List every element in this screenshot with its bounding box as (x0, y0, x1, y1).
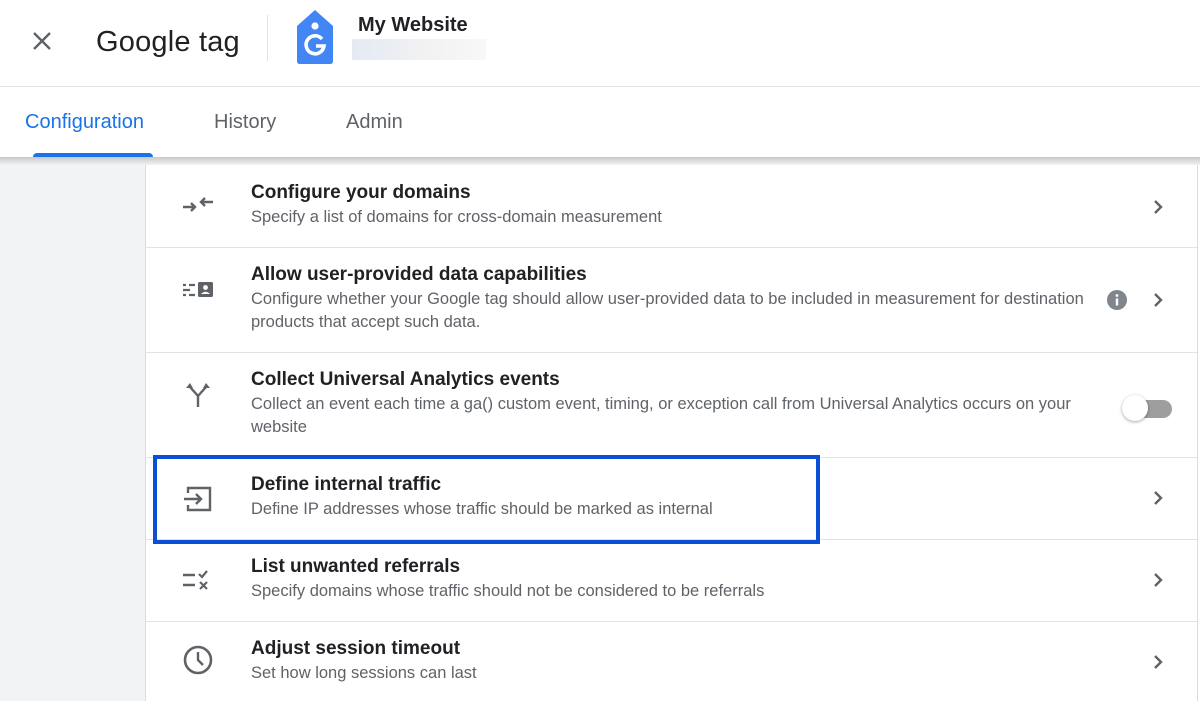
setting-universal-analytics-events: Collect Universal Analytics events Colle… (146, 353, 1197, 458)
setting-description: Specify a list of domains for cross-doma… (251, 208, 662, 226)
setting-title: Allow user-provided data capabilities (251, 264, 587, 285)
header-shadow (0, 157, 1200, 165)
header-divider (267, 15, 268, 61)
tab-configuration[interactable]: Configuration (25, 111, 144, 134)
ua-events-toggle[interactable] (1122, 393, 1176, 423)
setting-description: Collect an event each time a ga() custom… (251, 395, 1071, 436)
setting-title: Adjust session timeout (251, 638, 461, 659)
tab-bar: Configuration History Admin (0, 87, 1200, 157)
left-pane (0, 165, 146, 701)
chevron-right-icon[interactable] (1146, 288, 1170, 312)
setting-description: Set how long sessions can last (251, 664, 477, 682)
chevron-right-icon[interactable] (1146, 195, 1170, 219)
user-data-icon (183, 282, 213, 297)
setting-title: List unwanted referrals (251, 556, 461, 577)
list-check-x-icon (183, 570, 208, 590)
setting-user-provided-data[interactable]: Allow user-provided data capabilities Co… (146, 248, 1197, 353)
site-name: My Website (358, 14, 468, 36)
site-id-redacted (352, 39, 486, 60)
tab-admin[interactable]: Admin (346, 111, 403, 134)
toggle-knob (1122, 395, 1148, 421)
tab-history[interactable]: History (214, 111, 276, 134)
fork-arrows-icon (186, 383, 210, 407)
setting-configure-domains[interactable]: Configure your domains Specify a list of… (146, 165, 1197, 248)
setting-define-internal-traffic[interactable]: Define internal traffic Define IP addres… (146, 458, 1197, 540)
app-title: Google tag (96, 26, 240, 58)
header-bar: Google tag My Website (0, 0, 1200, 87)
info-icon[interactable] (1106, 289, 1128, 311)
settings-list: Configure your domains Specify a list of… (146, 165, 1198, 701)
setting-unwanted-referrals[interactable]: List unwanted referrals Specify domains … (146, 540, 1197, 622)
setting-title: Define internal traffic (251, 474, 442, 495)
setting-title: Collect Universal Analytics events (251, 369, 560, 390)
close-icon[interactable] (28, 27, 56, 55)
setting-description: Define IP addresses whose traffic should… (251, 500, 713, 518)
login-icon (184, 486, 212, 512)
setting-title: Configure your domains (251, 182, 471, 203)
clock-icon (183, 645, 213, 675)
google-tag-icon (297, 10, 333, 64)
chevron-right-icon[interactable] (1146, 486, 1170, 510)
setting-session-timeout[interactable]: Adjust session timeout Set how long sess… (146, 622, 1197, 704)
chevron-right-icon[interactable] (1146, 568, 1170, 592)
setting-description: Specify domains whose traffic should not… (251, 582, 765, 600)
cross-domain-arrows-icon (183, 197, 213, 212)
chevron-right-icon[interactable] (1146, 650, 1170, 674)
setting-description: Configure whether your Google tag should… (251, 290, 1084, 331)
